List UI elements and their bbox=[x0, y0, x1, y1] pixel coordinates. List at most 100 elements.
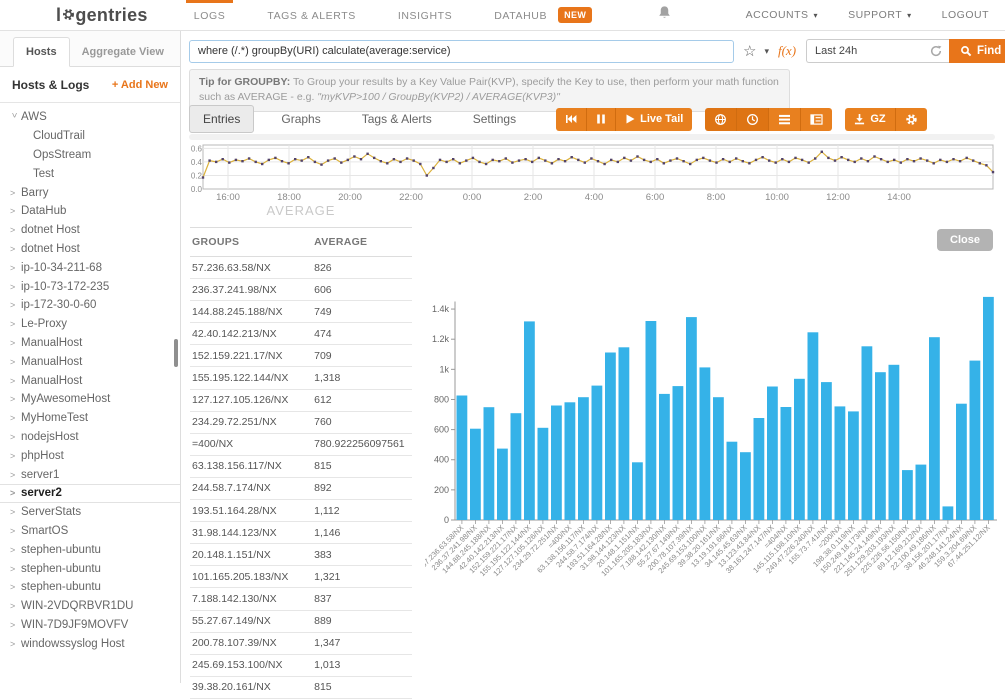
query-input[interactable] bbox=[189, 40, 734, 63]
sidebar-item[interactable]: OpsStream bbox=[0, 146, 180, 165]
chevron-collapsed-icon[interactable]: > bbox=[10, 300, 21, 310]
download-gz-button[interactable]: GZ bbox=[845, 108, 895, 131]
tab-aggregate-view[interactable]: Aggregate View bbox=[70, 38, 176, 66]
chevron-collapsed-icon[interactable]: > bbox=[10, 263, 21, 273]
table-row[interactable]: 193.51.164.28/NX1,112 bbox=[190, 500, 412, 522]
table-row[interactable]: =400/NX780.922256097561 bbox=[190, 433, 412, 455]
sidebar-item[interactable]: >server1 bbox=[0, 465, 180, 484]
timeline-chart[interactable]: 16:0018:0020:0022:000:002:004:006:008:00… bbox=[189, 143, 995, 203]
sidebar-item[interactable]: >ip-10-73-172-235 bbox=[0, 277, 180, 296]
chevron-collapsed-icon[interactable]: > bbox=[10, 413, 21, 423]
tab-entries[interactable]: Entries bbox=[189, 105, 254, 133]
sidebar-item[interactable]: >WIN-7D9JF9MOVFV bbox=[0, 616, 180, 635]
nav-accounts[interactable]: ACCOUNTS ▾ bbox=[746, 9, 818, 21]
chevron-collapsed-icon[interactable]: > bbox=[10, 376, 21, 386]
table-row[interactable]: 7.188.142.130/NX837 bbox=[190, 588, 412, 610]
tab-hosts[interactable]: Hosts bbox=[13, 37, 70, 67]
sidebar-item[interactable]: >phpHost bbox=[0, 446, 180, 465]
chevron-collapsed-icon[interactable]: > bbox=[10, 225, 21, 235]
table-row[interactable]: 152.159.221.17/NX709 bbox=[190, 345, 412, 367]
table-row[interactable]: 55.27.67.149/NX889 bbox=[190, 610, 412, 632]
chevron-collapsed-icon[interactable]: > bbox=[10, 206, 21, 216]
live-tail-button[interactable]: Live Tail bbox=[616, 108, 692, 131]
chevron-collapsed-icon[interactable]: > bbox=[10, 282, 21, 292]
sidebar-item[interactable]: >AWS bbox=[0, 108, 180, 127]
chevron-collapsed-icon[interactable]: > bbox=[10, 319, 21, 329]
table-row[interactable]: 20.148.1.151/NX383 bbox=[190, 544, 412, 566]
nav-support[interactable]: SUPPORT ▾ bbox=[848, 9, 912, 21]
chevron-collapsed-icon[interactable]: > bbox=[10, 451, 21, 461]
favorite-star-icon[interactable]: ☆ bbox=[743, 42, 756, 60]
table-row[interactable]: 236.37.241.98/NX606 bbox=[190, 279, 412, 301]
rewind-button[interactable] bbox=[556, 108, 587, 131]
table-row[interactable]: 245.69.153.100/NX1,013 bbox=[190, 654, 412, 676]
chevron-expanded-icon[interactable]: > bbox=[10, 113, 20, 124]
chevron-collapsed-icon[interactable]: > bbox=[10, 488, 21, 498]
sidebar-item[interactable]: >ManualHost bbox=[0, 334, 180, 353]
chevron-collapsed-icon[interactable]: > bbox=[10, 620, 21, 630]
list-view-button[interactable] bbox=[769, 108, 801, 131]
function-fx-button[interactable]: f(x) bbox=[778, 43, 796, 59]
chevron-collapsed-icon[interactable]: > bbox=[10, 582, 21, 592]
table-row[interactable]: 42.40.142.213/NX474 bbox=[190, 323, 412, 345]
sidebar-item[interactable]: >dotnet Host bbox=[0, 221, 180, 240]
nav-logout[interactable]: LOGOUT bbox=[942, 9, 989, 21]
sidebar-item[interactable]: >Barry bbox=[0, 183, 180, 202]
chevron-collapsed-icon[interactable]: > bbox=[10, 432, 21, 442]
sidebar-item[interactable]: >WIN-2VDQRBVR1DU bbox=[0, 597, 180, 616]
chevron-collapsed-icon[interactable]: > bbox=[10, 545, 21, 555]
sidebar-item[interactable]: CloudTrail bbox=[0, 127, 180, 146]
nav-tags-alerts[interactable]: TAGS & ALERTS bbox=[263, 0, 360, 31]
sidebar-item[interactable]: >DataHub bbox=[0, 202, 180, 221]
chevron-collapsed-icon[interactable]: > bbox=[10, 601, 21, 611]
table-row[interactable]: 155.195.122.144/NX1,318 bbox=[190, 367, 412, 389]
tab-settings[interactable]: Settings bbox=[459, 105, 530, 133]
nav-insights[interactable]: INSIGHTS bbox=[394, 0, 456, 31]
sidebar-item[interactable]: >ip-10-34-211-68 bbox=[0, 258, 180, 277]
chevron-collapsed-icon[interactable]: > bbox=[10, 639, 21, 649]
time-range-input[interactable] bbox=[807, 45, 923, 57]
sidebar-scrollbar-thumb[interactable] bbox=[174, 339, 178, 367]
sidebar-item[interactable]: >ManualHost bbox=[0, 352, 180, 371]
nav-datahub[interactable]: DATAHUB bbox=[490, 0, 551, 31]
sidebar-item[interactable]: >nodejsHost bbox=[0, 428, 180, 447]
clock-button[interactable] bbox=[737, 108, 769, 131]
refresh-button[interactable] bbox=[923, 40, 949, 62]
table-row[interactable]: 144.88.245.188/NX749 bbox=[190, 301, 412, 323]
table-row[interactable]: 63.138.156.117/NX815 bbox=[190, 455, 412, 477]
query-history-caret-icon[interactable]: ▾ bbox=[764, 46, 769, 57]
tab-tags-alerts[interactable]: Tags & Alerts bbox=[348, 105, 446, 133]
table-row[interactable]: 39.38.20.161/NX815 bbox=[190, 676, 412, 698]
table-row[interactable]: 200.78.107.39/NX1,347 bbox=[190, 632, 412, 654]
table-row[interactable]: 101.165.205.183/NX1,321 bbox=[190, 566, 412, 588]
sidebar-item[interactable]: >SmartOS bbox=[0, 522, 180, 541]
chevron-collapsed-icon[interactable]: > bbox=[10, 526, 21, 536]
sidebar-item[interactable]: >stephen-ubuntu bbox=[0, 559, 180, 578]
chevron-collapsed-icon[interactable]: > bbox=[10, 338, 21, 348]
sidebar-item[interactable]: >server2 bbox=[0, 484, 180, 503]
sidebar-item[interactable]: >windowssyslog Host bbox=[0, 634, 180, 653]
sidebar-item[interactable]: >stephen-ubuntu bbox=[0, 578, 180, 597]
settings-gear-button[interactable] bbox=[896, 108, 927, 131]
chevron-collapsed-icon[interactable]: > bbox=[10, 470, 21, 480]
sidebar-item[interactable]: >ip-172-30-0-60 bbox=[0, 296, 180, 315]
sidebar-item[interactable]: >ServerStats bbox=[0, 503, 180, 522]
table-row[interactable]: 244.58.7.174/NX892 bbox=[190, 477, 412, 499]
sidebar-item[interactable]: Test bbox=[0, 164, 180, 183]
tab-graphs[interactable]: Graphs bbox=[267, 105, 334, 133]
sidebar-item[interactable]: >Le-Proxy bbox=[0, 315, 180, 334]
close-button[interactable]: Close bbox=[937, 229, 993, 251]
sidebar-item[interactable]: >MyHomeTest bbox=[0, 409, 180, 428]
detail-view-button[interactable] bbox=[801, 108, 832, 131]
find-button[interactable]: Find bbox=[949, 39, 1005, 63]
table-row[interactable]: 31.98.144.123/NX1,146 bbox=[190, 522, 412, 544]
logo[interactable]: l gentries bbox=[56, 5, 148, 26]
nav-logs[interactable]: LOGS bbox=[190, 0, 230, 31]
globe-button[interactable] bbox=[705, 108, 737, 131]
chevron-collapsed-icon[interactable]: > bbox=[10, 564, 21, 574]
table-row[interactable]: 57.236.63.58/NX826 bbox=[190, 257, 412, 279]
pause-button[interactable] bbox=[587, 108, 616, 131]
add-new-button[interactable]: + Add New bbox=[112, 79, 168, 91]
notifications-bell-icon[interactable] bbox=[657, 5, 672, 25]
sidebar-item[interactable]: >stephen-ubuntu bbox=[0, 540, 180, 559]
